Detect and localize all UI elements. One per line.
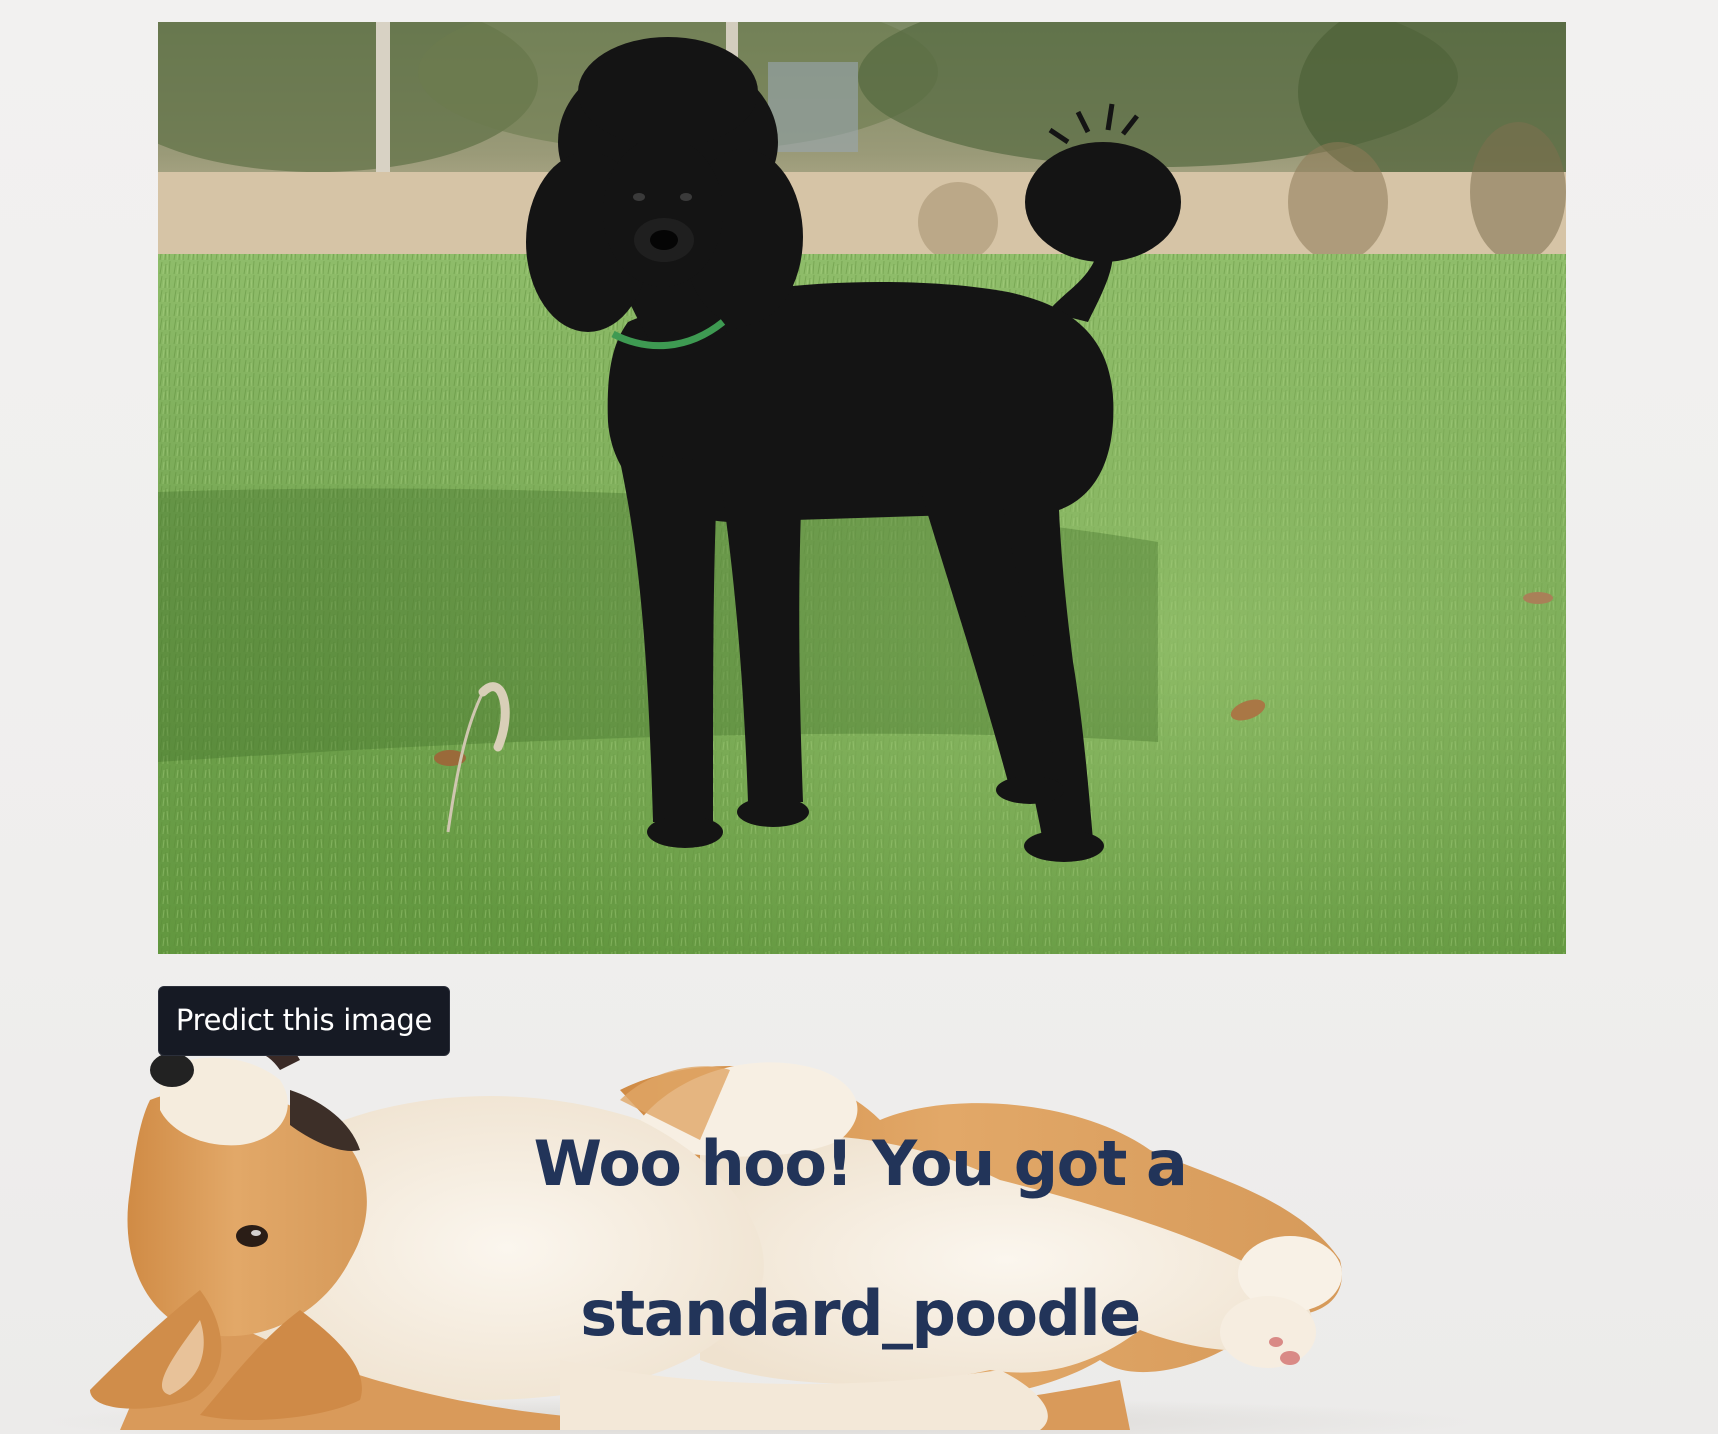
app-page: Predict this image Woo hoo! You got a st… [0,0,1718,1434]
result-heading-line-1: Woo hoo! You got a [533,1127,1188,1200]
predict-button[interactable]: Predict this image [158,986,450,1056]
uploaded-dog-image [158,22,1566,954]
corgi-background-image [0,1030,1718,1434]
predicted-breed-label: standard_poodle [580,1277,1141,1350]
